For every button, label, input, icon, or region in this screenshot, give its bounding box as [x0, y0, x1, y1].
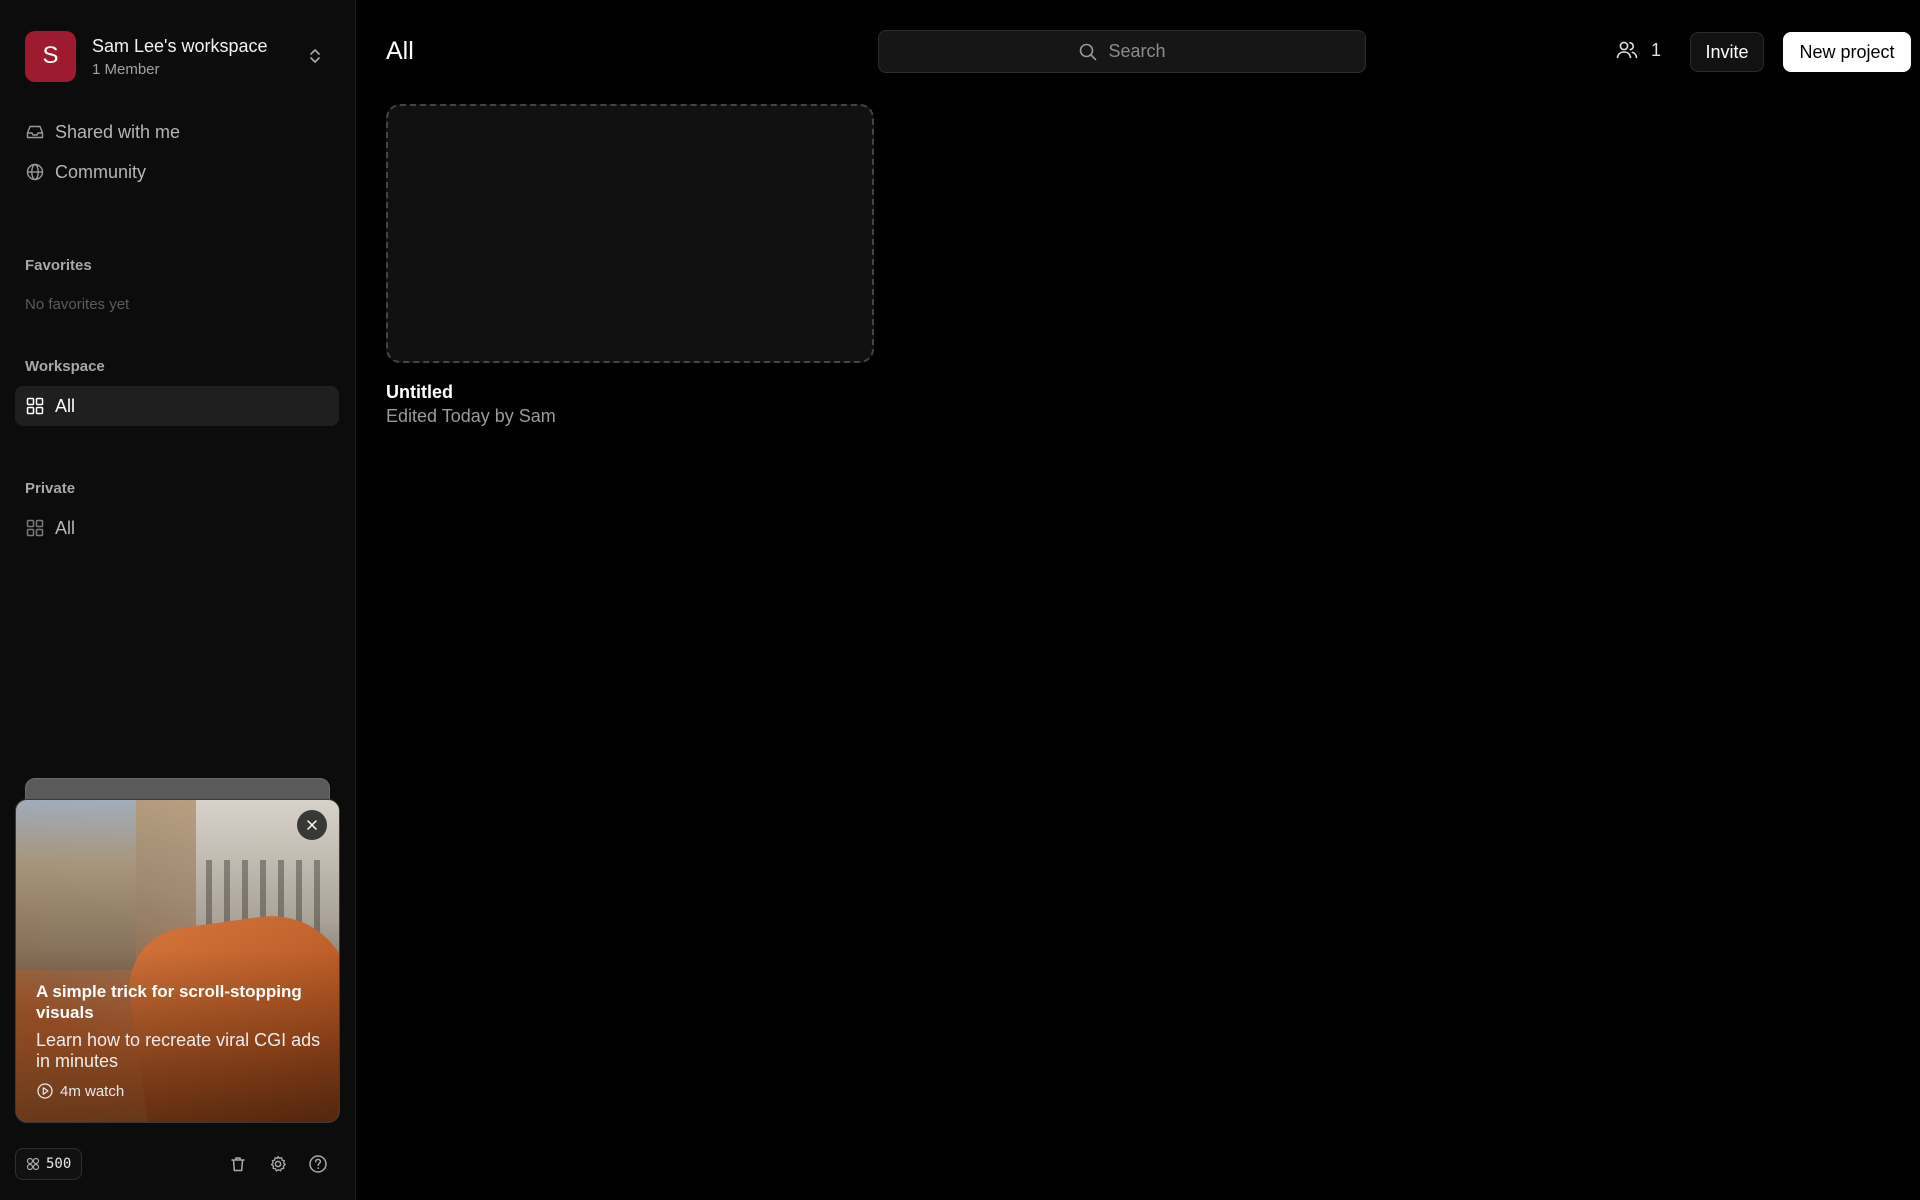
- grid-icon: [25, 396, 45, 416]
- app: S Sam Lee's workspace 1 Member Shared wi…: [0, 0, 1920, 1200]
- users-icon: [1616, 41, 1638, 59]
- gear-icon: [270, 1155, 286, 1172]
- member-count: 1: [1651, 39, 1662, 60]
- nav-shared-label: Shared with me: [55, 121, 181, 142]
- project-meta: Edited Today by Sam: [386, 406, 556, 426]
- chevron-up-down-icon: [310, 49, 320, 63]
- globe-icon: [25, 162, 45, 182]
- favorites-heading: Favorites: [25, 257, 92, 274]
- search-placeholder: Search: [1108, 41, 1166, 61]
- promo-title: A simple trick for scroll-stopping visua…: [36, 982, 302, 1022]
- new-project-button[interactable]: New project: [1783, 32, 1911, 72]
- search-icon: [1080, 43, 1097, 60]
- inbox-icon: [25, 122, 45, 142]
- page-title: All: [386, 37, 414, 65]
- nav-community-label: Community: [55, 161, 147, 182]
- close-icon: [307, 820, 317, 830]
- promo-watch-time: 4m watch: [36, 1082, 124, 1100]
- promo-subtitle: Learn how to recreate viral CGI ads in m…: [36, 1030, 321, 1071]
- private-heading: Private: [25, 480, 76, 497]
- trash-button[interactable]: [226, 1152, 250, 1176]
- nav-community[interactable]: Community: [15, 152, 339, 192]
- search-input[interactable]: Search: [878, 30, 1366, 73]
- nav-private-all[interactable]: All: [15, 508, 339, 548]
- main-content: All Search 1 Invite New project Untitled…: [356, 0, 1920, 1200]
- workspace-switcher[interactable]: S Sam Lee's workspace 1 Member: [25, 30, 331, 82]
- promo-image-building-left: [16, 800, 136, 970]
- play-circle-icon: [37, 1083, 53, 1099]
- settings-button[interactable]: [266, 1152, 290, 1176]
- grid-icon: [25, 518, 45, 538]
- nav-workspace-all-label: All: [55, 395, 76, 416]
- members-button[interactable]: 1: [1615, 38, 1661, 62]
- workspace-heading: Workspace: [25, 358, 105, 375]
- nav-private-all-label: All: [55, 517, 76, 538]
- promo-card[interactable]: A simple trick for scroll-stopping visua…: [15, 799, 340, 1123]
- trash-icon: [231, 1157, 245, 1172]
- credits-icon: [26, 1157, 40, 1171]
- workspace-members: 1 Member: [92, 60, 160, 78]
- promo-watch-label: 4m watch: [60, 1082, 125, 1100]
- project-thumbnail[interactable]: [386, 104, 874, 363]
- project-name[interactable]: Untitled: [386, 382, 453, 403]
- help-button[interactable]: [306, 1152, 330, 1176]
- credits-badge[interactable]: 500: [15, 1148, 83, 1180]
- invite-button[interactable]: Invite: [1690, 32, 1764, 72]
- nav-workspace-all[interactable]: All: [15, 386, 339, 426]
- credits-value: 500: [46, 1156, 72, 1172]
- nav-shared-with-me[interactable]: Shared with me: [15, 112, 339, 152]
- sidebar: S Sam Lee's workspace 1 Member Shared wi…: [0, 0, 356, 1200]
- workspace-avatar: S: [25, 30, 76, 82]
- help-icon: [309, 1155, 327, 1173]
- workspace-info: Sam Lee's workspace 1 Member: [92, 35, 305, 78]
- workspace-name: Sam Lee's workspace: [92, 35, 268, 56]
- favorites-empty: No favorites yet: [25, 296, 130, 313]
- promo-close-button[interactable]: [297, 810, 327, 840]
